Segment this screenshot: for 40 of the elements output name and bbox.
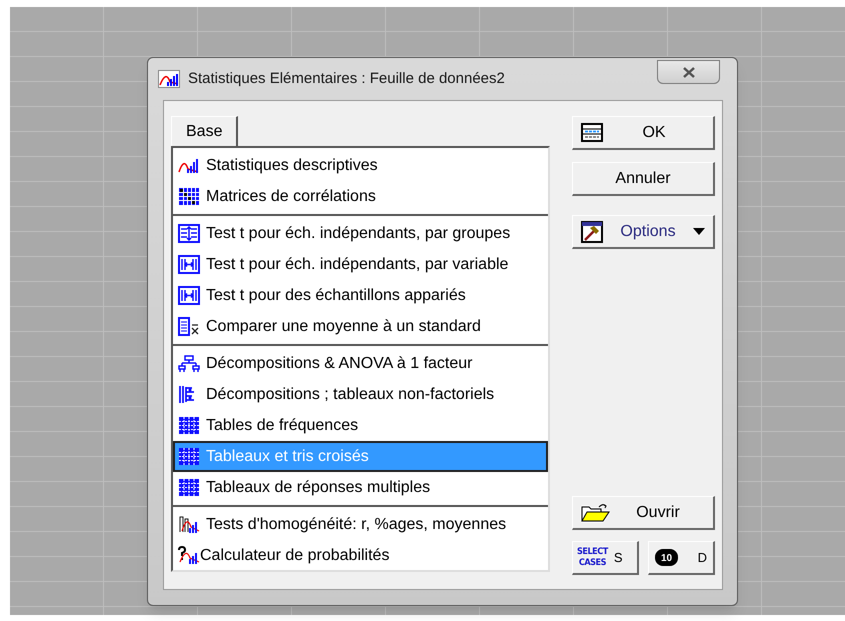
grid-icon (178, 447, 200, 466)
table-arrows-icon (178, 224, 200, 243)
cancel-button[interactable]: Annuler (572, 162, 715, 196)
list-item[interactable]: Statistiques descriptives (173, 150, 548, 181)
open-button[interactable]: Ouvrir (572, 496, 715, 530)
curve-chart-icon (178, 156, 200, 175)
list-item[interactable]: Test t pour éch. indépendants, par groupes (173, 218, 548, 249)
grid-icon (178, 416, 200, 435)
close-button[interactable] (657, 60, 720, 84)
list-item[interactable]: Comparer une moyenne à un standard (173, 311, 548, 342)
close-icon (682, 66, 696, 78)
matrix-icon (178, 187, 200, 206)
dropdown-arrow-icon (693, 228, 705, 235)
list-item[interactable]: Calculateur de probabilités (173, 540, 548, 571)
weight-badge: 10 (655, 549, 678, 566)
hammer-icon (581, 220, 603, 242)
window-title: Statistiques Elémentaires : Feuille de données2 (188, 68, 505, 89)
table-icon (581, 123, 603, 142)
hierarchy-icon (178, 354, 200, 373)
weight-button[interactable]: 10 D (648, 541, 715, 575)
tab[interactable]: Base (171, 116, 238, 146)
list-item[interactable]: Décompositions & ANOVA à 1 facteur (173, 348, 548, 379)
list-item[interactable]: Matrices de corrélations (173, 181, 548, 212)
chart-icon (178, 515, 200, 534)
list-icon (178, 317, 200, 336)
list-item[interactable]: Test t pour des échantillons appariés (173, 280, 548, 311)
list-item[interactable]: Tables de fréquences (173, 410, 548, 441)
chart-icon (158, 70, 180, 88)
chart-icon (178, 546, 200, 565)
select-cases-label: SELECT CASES (577, 546, 608, 568)
table-arrows-icon (178, 286, 200, 305)
list-item[interactable]: Décompositions ; tableaux non-factoriels (173, 379, 548, 410)
ok-button[interactable]: OK (572, 116, 715, 150)
list-item[interactable]: Test t pour éch. indépendants, par variable (173, 249, 548, 280)
options-button[interactable]: Options (572, 215, 715, 249)
folder-icon (581, 502, 611, 522)
grid-icon (178, 478, 200, 497)
list-item[interactable]: Tableaux de réponses multiples (173, 472, 548, 503)
list-item[interactable]: Tests d'homogénéité: r, %ages, moyennes (173, 509, 548, 540)
table-arrows-icon (178, 255, 200, 274)
